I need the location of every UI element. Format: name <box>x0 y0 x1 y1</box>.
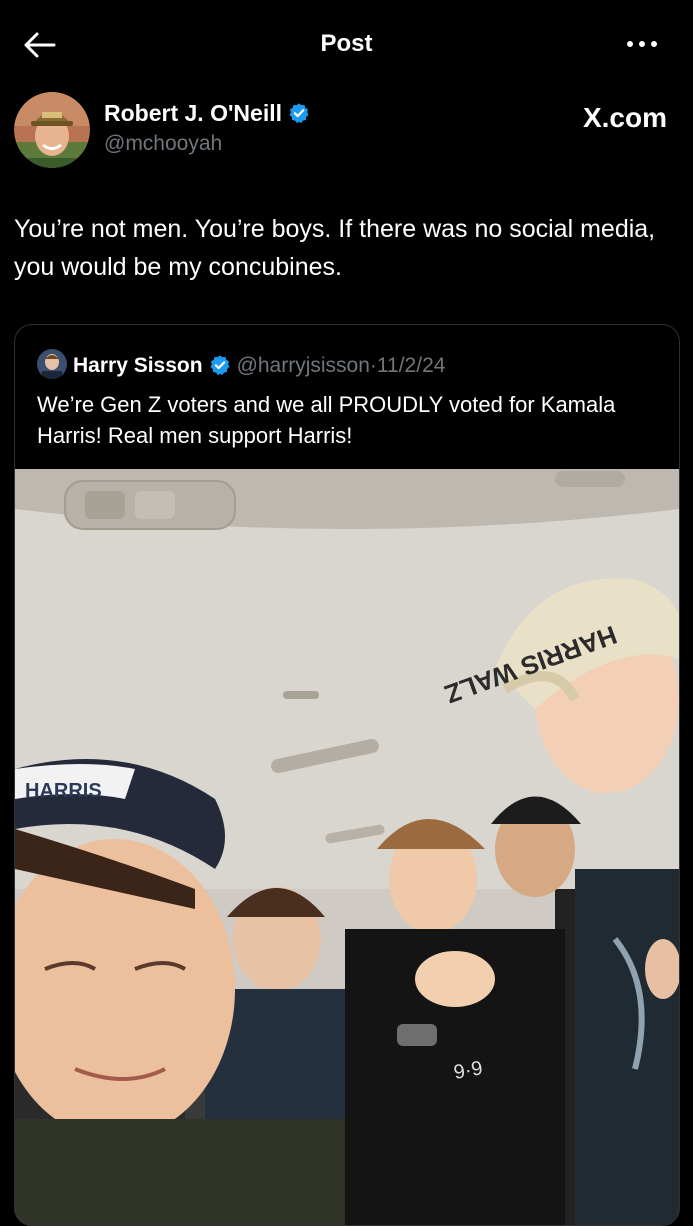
avatar[interactable] <box>14 92 90 168</box>
post-author: Robert J. O'Neill @mchooyah X.com <box>14 92 679 172</box>
post-text: You’re not men. You’re boys. If there wa… <box>14 215 656 281</box>
quoted-post[interactable]: Harry Sisson @harryjsisson·11/2/24 We’re… <box>14 324 680 1226</box>
quote-author-name[interactable]: Harry Sisson <box>73 354 203 377</box>
quote-header: Harry Sisson @harryjsisson·11/2/24 <box>37 349 445 379</box>
quote-avatar[interactable] <box>37 349 67 379</box>
quote-photo[interactable]: 9·9 HARRIS WALZ HARRIS <box>15 469 679 1226</box>
verified-badge-icon <box>289 103 309 124</box>
author-handle[interactable]: @mchooyah <box>104 132 222 156</box>
more-horizontal-icon[interactable] <box>625 34 659 54</box>
quote-date[interactable]: 11/2/24 <box>377 354 446 377</box>
author-name[interactable]: Robert J. O'Neill <box>104 100 282 126</box>
cap-text-left: HARRIS <box>25 780 102 802</box>
page-title: Post <box>320 30 373 57</box>
quote-author-handle[interactable]: @harryjsisson <box>237 354 370 377</box>
separator-dot: · <box>369 354 377 377</box>
source-label: X.com <box>582 102 667 133</box>
arrow-left-icon[interactable] <box>22 30 56 60</box>
top-bar: Post <box>0 0 693 90</box>
quote-text: We’re Gen Z voters and we all PROUDLY vo… <box>37 392 616 448</box>
verified-badge-icon <box>210 355 230 376</box>
author-name-row: Robert J. O'Neill <box>104 100 310 127</box>
